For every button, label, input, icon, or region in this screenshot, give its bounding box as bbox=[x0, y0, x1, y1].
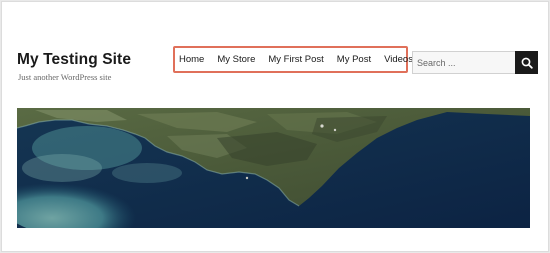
header-image bbox=[17, 108, 530, 228]
search-form bbox=[412, 51, 538, 74]
site-frame: My Testing Site Just another WordPress s… bbox=[1, 1, 549, 252]
menu-item-my-first-post[interactable]: My First Post bbox=[268, 54, 323, 65]
search-input[interactable] bbox=[412, 51, 515, 74]
page-background: My Testing Site Just another WordPress s… bbox=[0, 0, 550, 253]
menu-item-home[interactable]: Home bbox=[179, 54, 204, 65]
primary-menu: Home My Store My First Post My Post Vide… bbox=[173, 46, 413, 73]
menu-item-my-post[interactable]: My Post bbox=[337, 54, 371, 65]
satellite-coastline-image bbox=[17, 108, 530, 228]
menu-item-videos[interactable]: Videos bbox=[384, 54, 413, 65]
site-title[interactable]: My Testing Site bbox=[17, 51, 131, 69]
menu-item-my-store[interactable]: My Store bbox=[217, 54, 255, 65]
search-icon bbox=[521, 57, 533, 69]
search-button[interactable] bbox=[515, 51, 538, 74]
site-tagline: Just another WordPress site bbox=[18, 72, 112, 82]
